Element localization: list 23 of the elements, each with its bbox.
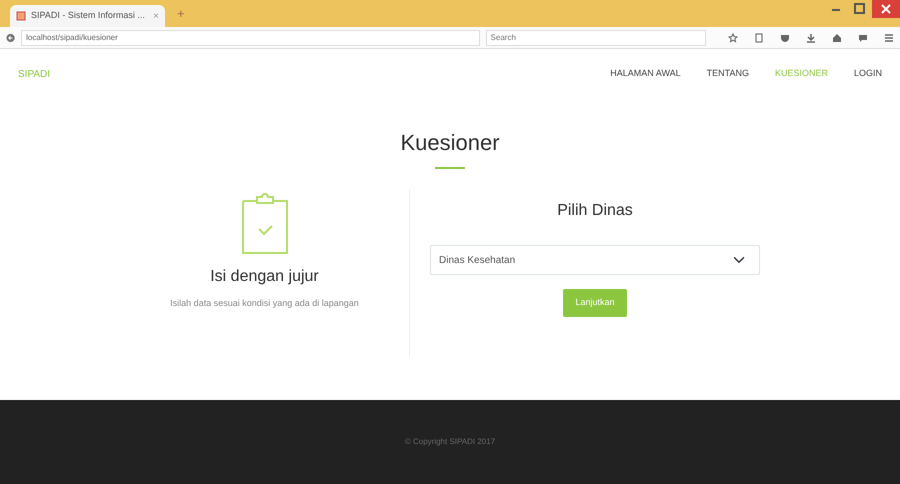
close-icon[interactable] <box>872 0 900 18</box>
star-icon[interactable] <box>728 32 738 42</box>
tab-title: SIPADI - Sistem Informasi ... <box>31 9 145 22</box>
shield-icon[interactable] <box>780 32 790 42</box>
menu-icon[interactable] <box>884 32 894 42</box>
address-bar[interactable]: localhost/sipadi/kuesioner <box>21 30 480 46</box>
agency-select[interactable]: Dinas Kesehatan <box>430 245 760 275</box>
copyright-text: © Copyright SIPADI 2017 <box>404 436 496 448</box>
nav-link[interactable]: TENTANG <box>706 67 749 81</box>
chat-icon[interactable] <box>858 32 868 42</box>
browser-tab[interactable]: SIPADI - Sistem Informasi ... × <box>10 5 165 27</box>
page-title: Kuesioner <box>400 129 500 157</box>
title-underline <box>435 167 465 169</box>
section-heading: Isi dengan jujur <box>210 267 319 287</box>
nav-link[interactable]: LOGIN <box>854 67 882 81</box>
page-icon <box>16 11 26 21</box>
search-field[interactable]: Search <box>486 30 706 46</box>
home-icon[interactable] <box>832 32 842 42</box>
section-description: Isilah data sesuai kondisi yang ada di lapangan <box>170 297 359 310</box>
download-icon[interactable] <box>806 32 816 42</box>
back-icon[interactable] <box>6 32 16 42</box>
section-heading: Pilih Dinas <box>557 201 633 221</box>
nav-link[interactable]: HALAMAN AWAL <box>610 67 681 81</box>
